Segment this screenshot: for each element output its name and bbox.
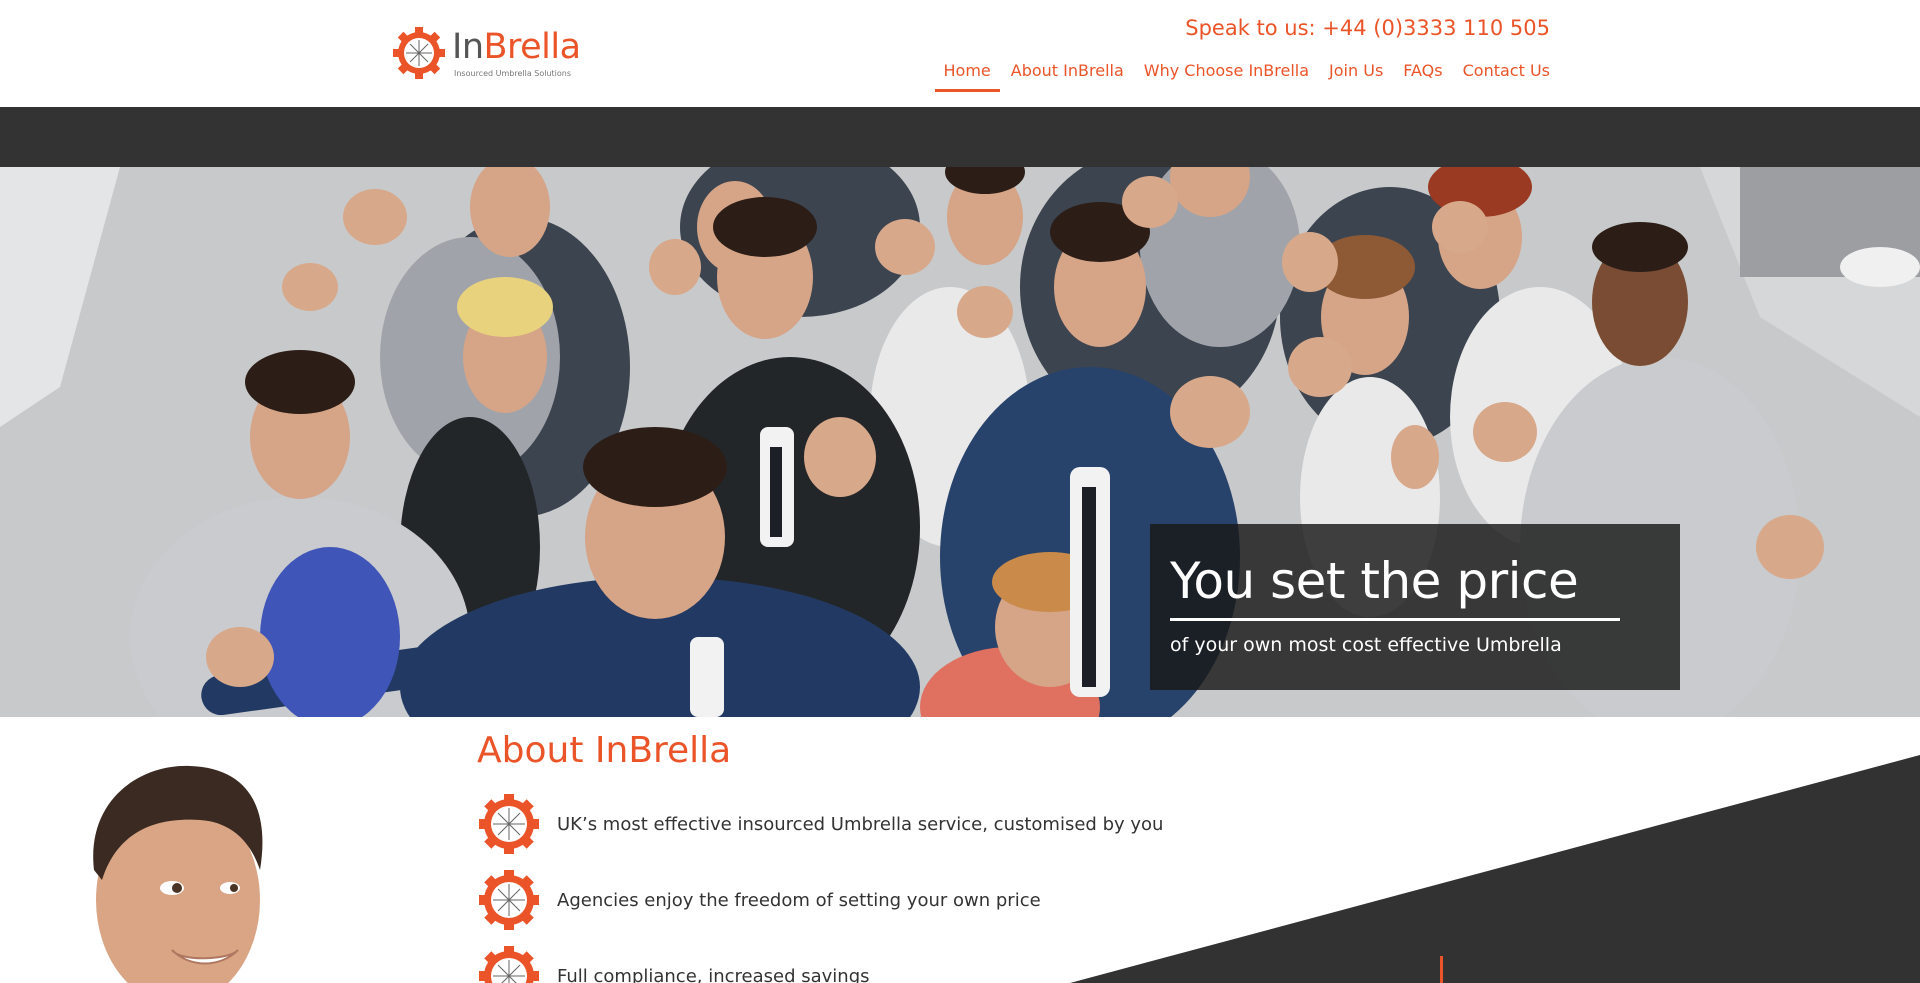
nav-contact-us[interactable]: Contact Us: [1463, 58, 1550, 80]
site-header: InBrella Insourced Umbrella Solutions Sp…: [0, 0, 1920, 107]
phone-number[interactable]: Speak to us: +44 (0)3333 110 505: [1185, 16, 1550, 40]
logo-wordmark-brella: Brella: [483, 27, 582, 67]
header-dark-band: [0, 107, 1920, 167]
umbrella-gear-icon: [479, 870, 539, 930]
logo-gear-icon: [393, 27, 445, 79]
hero-title-underline: [1170, 618, 1620, 621]
feature-item: Full compliance, increased savings: [478, 945, 870, 983]
umbrella-gear-icon: [479, 794, 539, 854]
umbrella-gear-icon: [479, 946, 539, 983]
feature-text: Full compliance, increased savings: [557, 965, 870, 983]
hero-caption-box: You set the price of your own most cost …: [1150, 524, 1680, 690]
feature-item: Agencies enjoy the freedom of setting yo…: [478, 869, 1041, 931]
logo-wordmark: InBrella: [452, 27, 581, 67]
orange-accent-bar: [1440, 956, 1443, 983]
hero-banner: You set the price of your own most cost …: [0, 167, 1920, 717]
nav-home[interactable]: Home: [934, 58, 1001, 92]
hero-title: You set the price: [1170, 552, 1579, 610]
inbrella-logo[interactable]: InBrella Insourced Umbrella Solutions: [392, 24, 581, 84]
nav-join-us[interactable]: Join Us: [1329, 58, 1383, 80]
feature-text: UK’s most effective insourced Umbrella s…: [557, 813, 1164, 835]
logo-wordmark-in: In: [452, 27, 484, 67]
smiling-man-portrait: [93, 765, 263, 983]
main-nav: Home About InBrella Why Choose InBrella …: [934, 58, 1550, 92]
nav-about[interactable]: About InBrella: [1011, 58, 1124, 80]
hero-subtitle: of your own most cost effective Umbrella: [1170, 634, 1562, 656]
feature-item: UK’s most effective insourced Umbrella s…: [478, 793, 1163, 855]
about-heading: About InBrella: [477, 730, 732, 771]
nav-faqs[interactable]: FAQs: [1403, 58, 1442, 80]
feature-text: Agencies enjoy the freedom of setting yo…: [557, 889, 1041, 911]
nav-why-choose[interactable]: Why Choose InBrella: [1144, 58, 1309, 80]
logo-tagline: Insourced Umbrella Solutions: [454, 69, 572, 78]
